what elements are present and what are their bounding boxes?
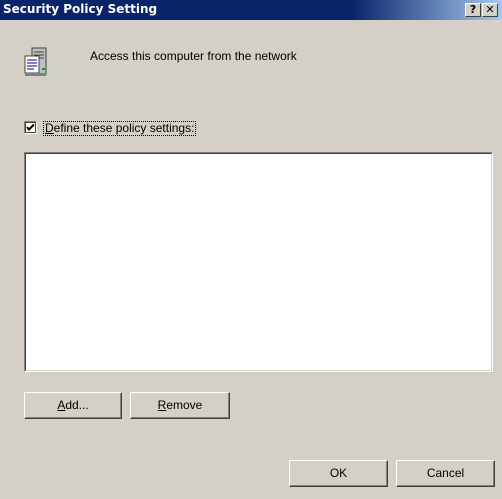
- close-button[interactable]: ✕: [482, 3, 498, 17]
- close-icon: ✕: [485, 3, 495, 16]
- user-listbox-content: [25, 153, 492, 371]
- ok-button[interactable]: OK: [289, 460, 388, 487]
- help-icon: ?: [469, 3, 477, 16]
- user-listbox[interactable]: [24, 152, 493, 372]
- add-button[interactable]: Add...: [24, 392, 122, 419]
- remove-button[interactable]: Remove: [130, 392, 230, 419]
- define-settings-label[interactable]: Define these policy settings:: [43, 121, 197, 136]
- policy-name: Access this computer from the network: [90, 49, 297, 63]
- help-button[interactable]: ?: [465, 3, 481, 17]
- policy-server-icon: [22, 46, 54, 78]
- title-bar[interactable]: Security Policy Setting ? ✕: [0, 0, 502, 20]
- checkmark-icon: [26, 123, 35, 131]
- cancel-button[interactable]: Cancel: [396, 460, 495, 487]
- define-settings-checkbox[interactable]: [24, 121, 37, 134]
- window-title: Security Policy Setting: [3, 2, 158, 16]
